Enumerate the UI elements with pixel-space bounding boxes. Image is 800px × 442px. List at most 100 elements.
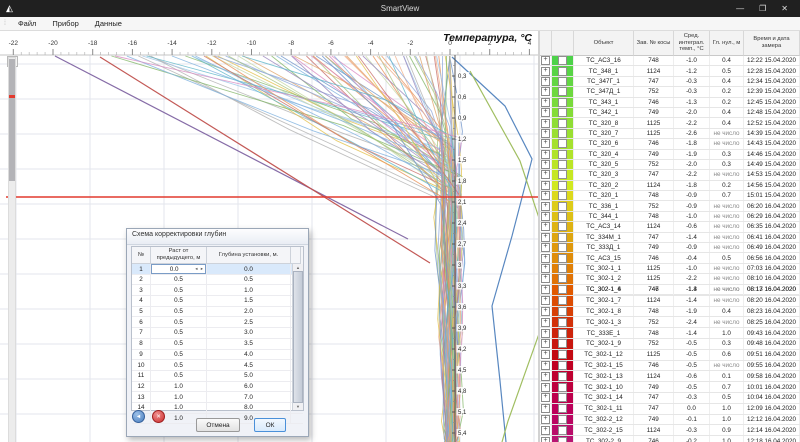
table-row[interactable]: +TC_АС3_15746-0.40.506:56 16.04.2020 (540, 253, 800, 263)
row-checkbox[interactable] (558, 222, 567, 231)
row-checkbox[interactable] (558, 139, 567, 148)
dialog-cell-step[interactable]: 0.5 (151, 285, 207, 295)
table-row[interactable]: +TC_АС3_16748-1.00.412:22 15.04.2020 (540, 56, 800, 66)
cancel-button[interactable]: Отмена (196, 418, 240, 432)
maximize-button[interactable]: ❐ (759, 4, 766, 13)
spinner-arrows-icon[interactable]: ◂ ▸ (195, 266, 204, 272)
dialog-row[interactable]: 131.07.0 (132, 392, 303, 403)
table-row[interactable]: +TC_320_6746-1.8не число14:43 15.04.2020 (540, 139, 800, 149)
expand-plus-icon[interactable]: + (541, 160, 550, 169)
expand-plus-icon[interactable]: + (541, 67, 550, 76)
minimize-button[interactable]: — (736, 4, 744, 13)
dialog-row[interactable]: 70.53.0 (132, 328, 303, 339)
dialog-cell-depth[interactable]: 1.0 (207, 285, 291, 295)
expand-plus-icon[interactable]: + (541, 393, 550, 402)
row-checkbox[interactable] (558, 296, 567, 305)
expand-plus-icon[interactable]: + (541, 264, 550, 273)
expand-plus-icon[interactable]: + (541, 318, 550, 327)
expand-plus-icon[interactable]: + (541, 77, 550, 86)
dialog-cell-step[interactable]: 0.5 (151, 275, 207, 285)
expand-plus-icon[interactable]: + (541, 191, 550, 200)
table-row[interactable]: +TC_347Д_1752-0.30.212:39 15.04.2020 (540, 87, 800, 97)
dialog-cell-step[interactable]: 0.5 (151, 317, 207, 327)
dialog-row[interactable]: 10.0◂ ▸0.0 (132, 264, 303, 275)
dialog-row[interactable]: 40.51.5 (132, 296, 303, 307)
dialog-cell-step[interactable]: 1.0 (151, 382, 207, 392)
dialog-row[interactable]: 90.54.0 (132, 350, 303, 361)
dialog-cell-depth[interactable]: 3.0 (207, 328, 291, 338)
table-row[interactable]: +TC_302-1_3752-2.4не число08:25 16.04.20… (540, 317, 800, 328)
table-row[interactable]: +TC_320_5752-2.00.314:49 15.04.2020 (540, 160, 800, 170)
row-checkbox[interactable] (558, 119, 567, 128)
expand-plus-icon[interactable]: + (541, 361, 550, 370)
table-row[interactable]: +TC_302-1_131124-0.60.109:58 16.04.2020 (540, 371, 800, 382)
expand-plus-icon[interactable]: + (541, 139, 550, 148)
expand-plus-icon[interactable]: + (541, 170, 550, 179)
table-row[interactable]: +TC_302-1_14747-0.30.510:04 16.04.2020 (540, 393, 800, 404)
row-checkbox[interactable] (558, 426, 567, 435)
table-row[interactable]: +TC_302-1_11125-1.0не число07:03 16.04.2… (540, 264, 800, 274)
row-checkbox[interactable] (558, 383, 567, 392)
table-row[interactable]: +TC_320_21124-1.80.214:56 15.04.2020 (540, 181, 800, 191)
table-row[interactable]: +TC_342_1749-2.00.412:48 15.04.2020 (540, 108, 800, 118)
expand-plus-icon[interactable]: + (541, 98, 550, 107)
dialog-cell-depth[interactable]: 8.0 (207, 403, 291, 413)
dialog-cell-depth[interactable]: 6.0 (207, 382, 291, 392)
table-row[interactable]: +TC_344_1748-1.0не число06:29 16.04.2020 (540, 212, 800, 222)
row-checkbox[interactable] (558, 350, 567, 359)
expand-plus-icon[interactable]: + (541, 437, 550, 442)
table-row[interactable]: +TC_302-1_10749-0.50.710:01 16.04.2020 (540, 382, 800, 393)
dialog-cell-step[interactable]: 0.5 (151, 371, 207, 381)
expand-plus-icon[interactable]: + (541, 87, 550, 96)
row-checkbox[interactable] (558, 437, 567, 442)
table-row[interactable]: +TC_302-1_21125-2.2не число08:10 16.04.2… (540, 274, 800, 284)
row-checkbox[interactable] (558, 361, 567, 370)
expand-plus-icon[interactable]: + (541, 372, 550, 381)
table-row[interactable]: +TC_302-1_71124-1.4не число08:20 16.04.2… (540, 296, 800, 307)
dialog-cell-step[interactable]: 0.0◂ ▸ (151, 264, 207, 274)
row-checkbox[interactable] (558, 264, 567, 273)
dialog-row[interactable]: 110.55.0 (132, 371, 303, 382)
chart-vertical-scrollbar[interactable] (8, 57, 16, 442)
menu-device[interactable]: Прибор (44, 17, 86, 30)
expand-plus-icon[interactable]: + (541, 150, 550, 159)
row-checkbox[interactable] (558, 67, 567, 76)
row-checkbox[interactable] (558, 415, 567, 424)
scroll-up-icon[interactable]: ▲ (296, 265, 300, 270)
dialog-cell-step[interactable]: 0.5 (151, 350, 207, 360)
table-row[interactable]: +TC_320_81125-2.20.412:52 15.04.2020 (540, 118, 800, 128)
expand-plus-icon[interactable]: + (541, 233, 550, 242)
row-checkbox[interactable] (558, 108, 567, 117)
expand-plus-icon[interactable]: + (541, 181, 550, 190)
dialog-row[interactable]: 100.54.5 (132, 360, 303, 371)
expand-plus-icon[interactable]: + (541, 383, 550, 392)
row-checkbox[interactable] (558, 339, 567, 348)
row-checkbox[interactable] (558, 87, 567, 96)
dialog-row[interactable]: 121.06.0 (132, 382, 303, 393)
table-row[interactable]: +TC_333Е_1748-1.41.009:43 16.04.2020 (540, 328, 800, 339)
expand-plus-icon[interactable]: + (541, 129, 550, 138)
table-row[interactable]: +TC_302-1_8748-1.90.408:23 16.04.2020 (540, 307, 800, 318)
expand-plus-icon[interactable]: + (541, 329, 550, 338)
expand-plus-icon[interactable]: + (541, 307, 550, 316)
expand-plus-icon[interactable]: + (541, 274, 550, 283)
dialog-cell-depth[interactable]: 1.5 (207, 296, 291, 306)
row-checkbox[interactable] (558, 254, 567, 263)
row-checkbox[interactable] (558, 285, 567, 294)
expand-plus-icon[interactable]: + (541, 254, 550, 263)
row-checkbox[interactable] (558, 404, 567, 413)
row-checkbox[interactable] (558, 318, 567, 327)
expand-plus-icon[interactable]: + (541, 296, 550, 305)
row-checkbox[interactable] (558, 129, 567, 138)
dialog-cell-depth[interactable]: 2.0 (207, 307, 291, 317)
expand-plus-icon[interactable]: + (541, 415, 550, 424)
dialog-cell-step[interactable]: 0.5 (151, 307, 207, 317)
dialog-scrollbar[interactable]: ▲ ▼ (292, 264, 303, 410)
table-row[interactable]: +TC_348_11124-1.20.512:28 15.04.2020 (540, 66, 800, 76)
row-checkbox[interactable] (558, 372, 567, 381)
expand-plus-icon[interactable]: + (541, 350, 550, 359)
table-row[interactable]: +TC_336_1752-0.9не число06:20 16.04.2020 (540, 201, 800, 211)
expand-plus-icon[interactable]: + (541, 202, 550, 211)
ok-button[interactable]: ОК (254, 418, 286, 432)
expand-plus-icon[interactable]: + (541, 212, 550, 221)
